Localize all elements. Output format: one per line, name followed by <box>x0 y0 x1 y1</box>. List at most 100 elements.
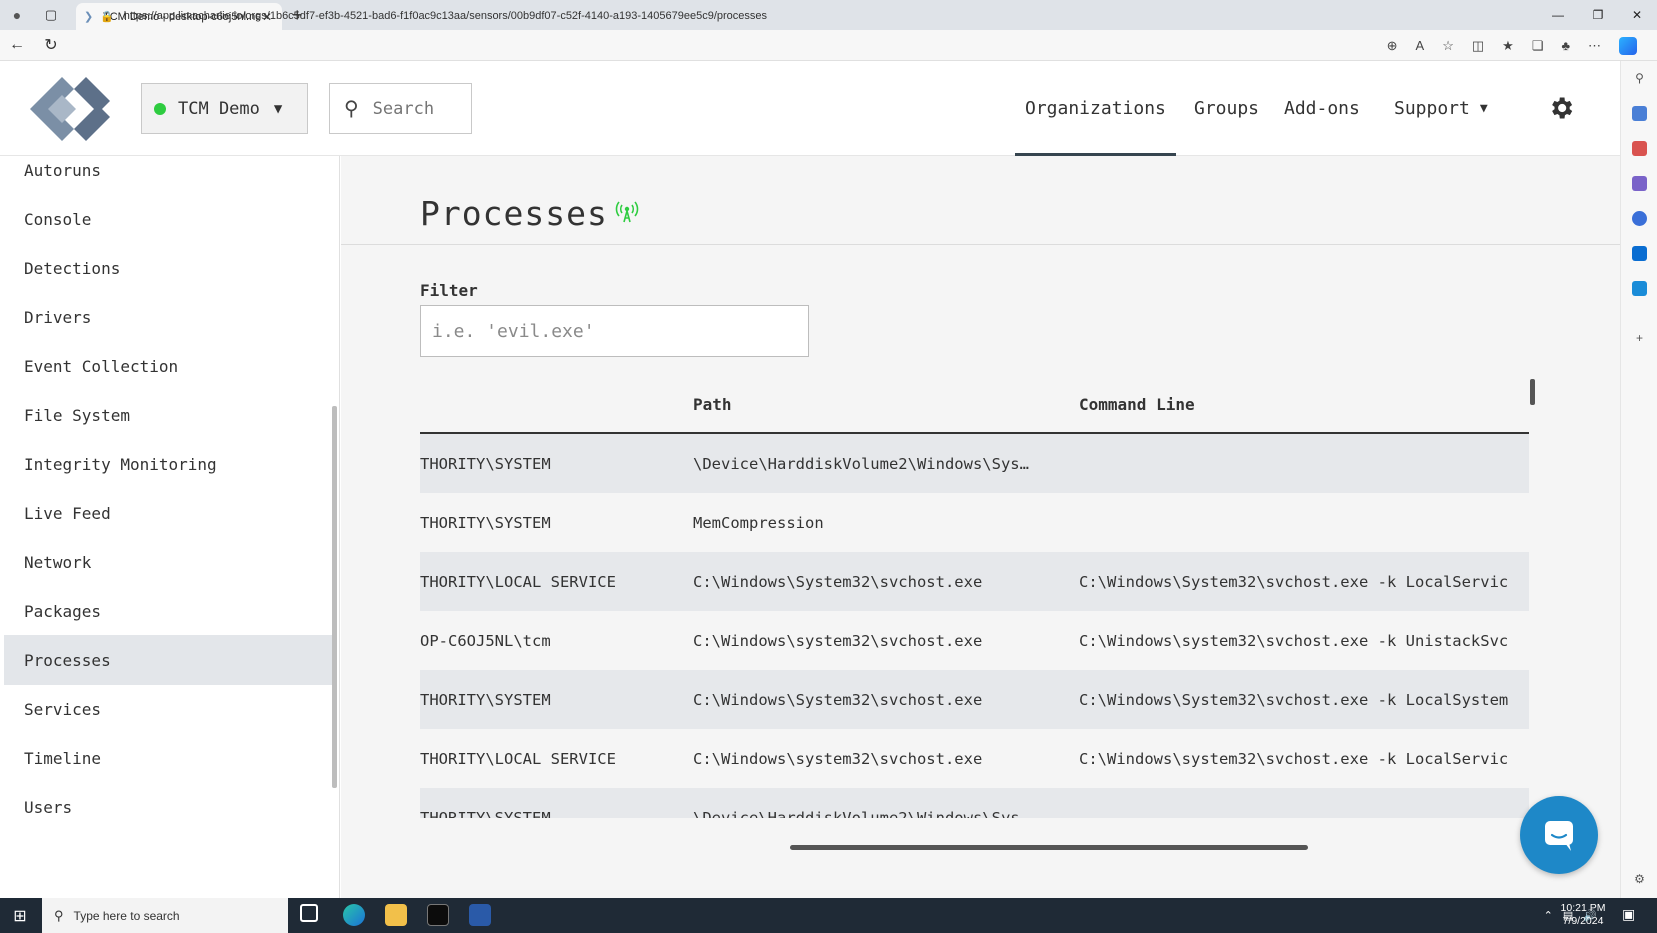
send-icon[interactable] <box>1632 281 1647 296</box>
sidebar-item-detections[interactable]: Detections <box>4 243 332 293</box>
tools-icon[interactable] <box>1632 141 1647 156</box>
terminal-icon[interactable] <box>427 904 449 926</box>
favorite-star-icon[interactable]: ☆ <box>1442 38 1454 54</box>
table-row[interactable]: THORITY\LOCAL SERVICE C:\Windows\system3… <box>420 729 1529 788</box>
task-view-icon[interactable] <box>300 904 318 922</box>
command-line-cell: C:\Windows\system32\svchost.exe -k Local… <box>1079 749 1509 768</box>
table-row[interactable]: THORITY\SYSTEM C:\Windows\System32\svcho… <box>420 670 1529 729</box>
sidebar-item-console[interactable]: Console <box>4 194 332 244</box>
sidebar-item-autoruns[interactable]: Autoruns <box>4 156 332 195</box>
read-aloud-icon[interactable]: A <box>1416 38 1425 53</box>
file-explorer-icon[interactable] <box>385 904 407 926</box>
more-icon[interactable]: ⋯ <box>1588 38 1601 54</box>
copilot-icon[interactable] <box>1619 36 1637 55</box>
nav-groups[interactable]: Groups <box>1194 61 1259 156</box>
table-row[interactable]: OP-C6OJ5NL\tcm C:\Windows\system32\svcho… <box>420 611 1529 670</box>
collections-icon[interactable]: ❏ <box>1532 38 1544 54</box>
main-content: Processes Filter Path Command Line THORI… <box>341 156 1620 898</box>
nav-organizations[interactable]: Organizations <box>1015 61 1176 156</box>
search-input[interactable] <box>372 98 453 119</box>
games-icon[interactable] <box>1632 176 1647 191</box>
column-header-path[interactable]: Path <box>693 395 732 414</box>
table-row[interactable]: THORITY\SYSTEM \Device\HarddiskVolume2\W… <box>420 434 1529 493</box>
online-status-dot <box>154 102 166 115</box>
user-cell: THORITY\SYSTEM <box>420 454 551 473</box>
limacharlie-logo-icon[interactable] <box>30 77 110 141</box>
tray-chevron-icon[interactable]: ⌃ <box>1544 909 1553 922</box>
edge-browser-icon[interactable] <box>343 904 365 926</box>
profile-icon[interactable]: ● <box>0 0 34 30</box>
windows-start-icon[interactable]: ⊞ <box>0 898 40 933</box>
zoom-icon[interactable]: ⊕ <box>1387 38 1398 54</box>
search-icon: ⚲ <box>344 98 359 120</box>
command-line-cell <box>1079 493 1529 552</box>
back-icon[interactable]: ← <box>0 30 34 61</box>
filter-input[interactable] <box>420 305 809 357</box>
add-sidebar-icon[interactable]: + <box>1632 331 1647 346</box>
table-row[interactable]: THORITY\SYSTEM \Device\HarddiskVolume2\W… <box>420 788 1529 818</box>
table-horizontal-scrollbar[interactable] <box>790 845 1308 850</box>
search-icon[interactable]: ⚲ <box>1632 71 1647 86</box>
page-title: Processes <box>420 194 608 233</box>
outlook-icon[interactable] <box>1632 246 1647 261</box>
minimize-icon[interactable]: — <box>1538 0 1578 30</box>
nav-addons[interactable]: Add-ons <box>1284 61 1360 156</box>
nav-support[interactable]: Support ▼ <box>1394 61 1488 156</box>
command-line-cell: C:\Windows\System32\svchost.exe -k Local… <box>1079 690 1509 709</box>
taskbar-clock[interactable]: 10:21 PM 7/9/2024 <box>1553 902 1613 928</box>
sidebar-item-live-feed[interactable]: Live Feed <box>4 488 332 538</box>
split-screen-icon[interactable]: ◫ <box>1472 38 1484 54</box>
path-cell: \Device\HarddiskVolume2\Windows\Sys… <box>693 454 1029 473</box>
clock-date: 7/9/2024 <box>1562 915 1604 927</box>
sidebar-item-packages[interactable]: Packages <box>4 586 332 636</box>
processes-table: Path Command Line THORITY\SYSTEM \Device… <box>420 380 1535 818</box>
notifications-icon[interactable]: ▣ <box>1622 906 1635 923</box>
sidebar-item-event-collection[interactable]: Event Collection <box>4 341 332 391</box>
lock-icon: 🔒 <box>100 10 114 23</box>
path-cell: C:\Windows\System32\svchost.exe <box>693 690 983 709</box>
chevron-down-icon: ▼ <box>273 100 283 117</box>
table-row[interactable]: THORITY\LOCAL SERVICE C:\Windows\System3… <box>420 552 1529 611</box>
microsoft365-icon[interactable] <box>1632 211 1647 226</box>
url-field[interactable]: 🔒 https://app.limacharlie.io/orgs/1b6c5d… <box>100 6 767 26</box>
favorites-icon[interactable]: ★ <box>1502 38 1514 54</box>
tab-actions-icon[interactable]: ▢ <box>34 0 68 30</box>
clock-time: 10:21 PM <box>1560 902 1606 914</box>
extensions-icon[interactable]: ♣ <box>1561 38 1570 53</box>
user-cell: THORITY\SYSTEM <box>420 513 551 532</box>
shopping-icon[interactable] <box>1632 106 1647 121</box>
command-line-cell <box>1079 434 1529 493</box>
user-cell: THORITY\LOCAL SERVICE <box>420 572 616 591</box>
org-selector[interactable]: TCM Demo ▼ <box>141 83 308 134</box>
taskbar-search[interactable]: ⚲ Type here to search <box>42 898 288 933</box>
sidebar-item-network[interactable]: Network <box>4 537 332 587</box>
column-header-command-line[interactable]: Command Line <box>1079 395 1195 414</box>
table-vertical-scrollbar[interactable] <box>1530 379 1535 405</box>
command-line-cell: C:\Windows\system32\svchost.exe -k Unist… <box>1079 631 1509 650</box>
sidebar-item-integrity-monitoring[interactable]: Integrity Monitoring <box>4 439 332 489</box>
table-row[interactable]: THORITY\SYSTEM MemCompression <box>420 493 1529 552</box>
sidebar-item-timeline[interactable]: Timeline <box>4 733 332 783</box>
nav-support-label: Support <box>1394 98 1470 119</box>
search-box[interactable]: ⚲ <box>329 83 472 134</box>
app-header: TCM Demo ▼ ⚲ Organizations Groups Add-on… <box>0 61 1620 156</box>
restore-icon[interactable]: ❐ <box>1578 0 1618 30</box>
sidebar-item-users[interactable]: Users <box>4 782 332 832</box>
path-cell: C:\Windows\system32\svchost.exe <box>693 749 983 768</box>
sidebar-item-services[interactable]: Services <box>4 684 332 734</box>
chat-support-button[interactable] <box>1520 796 1598 874</box>
powershell-icon[interactable] <box>469 904 491 926</box>
sidebar-scrollbar[interactable] <box>332 406 337 788</box>
command-line-cell <box>1079 788 1529 818</box>
browser-toolbar-icons: ⊕ A ☆ ◫ ★ ❏ ♣ ⋯ <box>1387 30 1637 61</box>
browser-sidebar: ⚲ + ⚙ <box>1620 61 1657 898</box>
path-cell: C:\Windows\system32\svchost.exe <box>693 631 983 650</box>
live-signal-icon <box>615 201 639 223</box>
sidebar-item-processes[interactable]: Processes <box>4 635 332 685</box>
close-window-icon[interactable]: ✕ <box>1617 0 1657 30</box>
sidebar-settings-icon[interactable]: ⚙ <box>1632 872 1647 887</box>
settings-gear-icon[interactable] <box>1547 94 1575 122</box>
sidebar-item-drivers[interactable]: Drivers <box>4 292 332 342</box>
refresh-icon[interactable]: ↻ <box>34 30 68 61</box>
sidebar-item-file-system[interactable]: File System <box>4 390 332 440</box>
